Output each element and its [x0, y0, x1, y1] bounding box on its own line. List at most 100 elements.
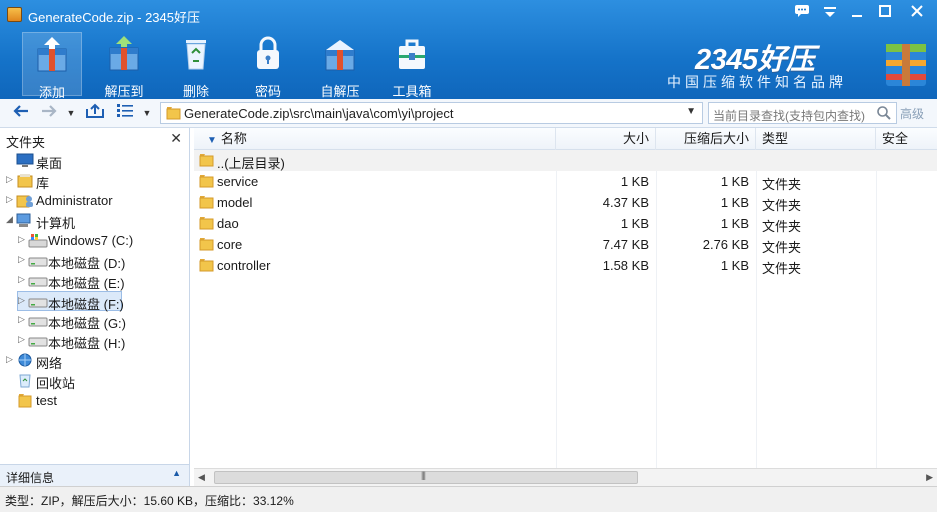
folder-icon: [199, 258, 214, 275]
forward-arrow-icon[interactable]: [38, 103, 60, 123]
chevron-up-icon[interactable]: ▲: [172, 468, 181, 478]
column-size[interactable]: 大小: [556, 128, 656, 150]
grip-icon: |||: [421, 470, 426, 480]
sort-down-icon: ▼: [207, 135, 217, 146]
scroll-left-icon[interactable]: ◀: [198, 472, 205, 483]
file-type: 文件夹: [762, 177, 802, 192]
tree-item[interactable]: ▷ Administrator: [6, 191, 180, 211]
expand-arrow-icon[interactable]: ▷: [18, 295, 26, 306]
expand-arrow-icon[interactable]: ▷: [18, 334, 26, 345]
menu-icon[interactable]: [816, 2, 844, 24]
tree-item-label: 本地磁盘 (H:): [48, 336, 126, 351]
expand-arrow-icon[interactable]: ▷: [6, 354, 14, 365]
tree-item-label: test: [36, 393, 57, 408]
column-security[interactable]: 安全: [876, 128, 937, 150]
folder-panel-title: 文件夹: [6, 135, 46, 150]
search-placeholder: 当前目录查找(支持包内查找): [713, 109, 865, 123]
drive-icon: [28, 294, 48, 309]
advanced-search-link[interactable]: 高级: [900, 105, 924, 122]
delete-label: 删除: [182, 84, 209, 99]
history-dropdown-icon[interactable]: ▼: [64, 103, 78, 123]
tree-item[interactable]: ▷ 库: [6, 171, 180, 191]
file-packed-size: 1 KB: [720, 174, 749, 189]
file-size: 1 KB: [620, 174, 649, 189]
user-folder-icon: [16, 193, 34, 208]
top-toolbar: GenerateCode.zip - 2345好压 添加 解压到 删除 密码 自…: [0, 0, 937, 100]
column-type[interactable]: 类型: [756, 128, 876, 150]
address-input[interactable]: GenerateCode.zip\src\main\java\com\yi\pr…: [160, 102, 703, 124]
brand-logo: 2345好压 中国压缩软件知名品牌: [667, 36, 929, 94]
search-icon[interactable]: [876, 105, 892, 121]
tree-item-label: 本地磁盘 (G:): [48, 316, 126, 331]
expand-arrow-icon[interactable]: ▷: [18, 254, 26, 265]
parent-directory-row[interactable]: ..(上层目录): [194, 150, 937, 171]
back-arrow-icon[interactable]: [10, 103, 32, 123]
add-button[interactable]: 添加: [22, 32, 82, 100]
folder-icon: [199, 216, 214, 233]
column-name[interactable]: ▼ 名称: [194, 128, 556, 150]
search-input[interactable]: 当前目录查找(支持包内查找): [708, 102, 897, 124]
details-bar[interactable]: 详细信息 ▲: [0, 464, 190, 486]
file-size: 1 KB: [620, 216, 649, 231]
tree-item[interactable]: ▷ 网络: [6, 351, 180, 371]
drive-icon: [28, 313, 48, 328]
password-button[interactable]: 密码: [238, 32, 298, 99]
app-icon: [7, 7, 22, 22]
tree-item[interactable]: ▷ 本地磁盘 (H:): [18, 331, 180, 351]
tree-item-label: 本地磁盘 (D:): [48, 256, 126, 271]
expand-arrow-icon[interactable]: ▷: [18, 274, 26, 285]
toolbox-button[interactable]: 工具箱: [382, 32, 442, 99]
tree-item[interactable]: ▷ Windows7 (C:): [18, 231, 180, 251]
column-packed-size[interactable]: 压缩后大小: [656, 128, 756, 150]
address-dropdown-icon[interactable]: ▼: [686, 106, 696, 117]
drive-icon: [28, 273, 48, 288]
tree-item-label: 网络: [36, 356, 63, 371]
expand-arrow-icon[interactable]: ▷: [6, 194, 14, 205]
file-row[interactable]: dao 1 KB 1 KB 文件夹: [194, 213, 937, 234]
brand-box-icon: [886, 44, 926, 86]
expand-arrow-icon[interactable]: ▷: [6, 174, 14, 185]
expand-arrow-icon[interactable]: ▷: [18, 314, 26, 325]
tree-item[interactable]: ◢ 计算机: [6, 211, 180, 231]
details-label: 详细信息: [6, 471, 55, 485]
minimize-icon[interactable]: [843, 2, 871, 24]
tree-item[interactable]: ▷ 本地磁盘 (F:): [17, 291, 124, 312]
file-row[interactable]: model 4.37 KB 1 KB 文件夹: [194, 192, 937, 213]
tree-item[interactable]: 回收站: [6, 371, 180, 391]
file-row[interactable]: controller 1.58 KB 1 KB 文件夹: [194, 255, 937, 276]
scrollbar-thumb[interactable]: |||: [214, 470, 638, 484]
file-size: 4.37 KB: [602, 195, 649, 210]
self-extract-button[interactable]: 自解压: [310, 32, 370, 99]
tree-item[interactable]: test: [6, 391, 180, 411]
delete-button[interactable]: 删除: [166, 32, 226, 99]
file-row[interactable]: core 7.47 KB 2.76 KB 文件夹: [194, 234, 937, 255]
file-type: 文件夹: [762, 240, 802, 255]
up-folder-icon[interactable]: [84, 103, 106, 123]
feedback-icon[interactable]: [788, 2, 816, 24]
close-panel-icon[interactable]: ✕: [170, 130, 182, 147]
tree-item[interactable]: ▷ 本地磁盘 (G:): [18, 311, 180, 331]
tree-item-label: 本地磁盘 (E:): [48, 276, 125, 291]
scroll-right-icon[interactable]: ▶: [926, 472, 933, 483]
file-row[interactable]: service 1 KB 1 KB 文件夹: [194, 171, 937, 192]
folder-icon: [199, 174, 214, 191]
expand-arrow-icon[interactable]: ▷: [18, 234, 26, 245]
folder-icon: [199, 154, 214, 167]
system-drive-icon: [28, 233, 48, 248]
library-icon: [16, 173, 34, 188]
maximize-icon[interactable]: [871, 2, 899, 24]
tree-item-label: 回收站: [36, 376, 76, 391]
tree-item[interactable]: 桌面: [6, 151, 180, 171]
file-packed-size: 1 KB: [720, 258, 749, 273]
file-type: 文件夹: [762, 261, 802, 276]
view-list-icon[interactable]: [114, 103, 136, 123]
file-list-header: ▼ 名称 大小 压缩后大小 类型 安全: [194, 128, 937, 150]
close-icon[interactable]: [903, 2, 931, 24]
extract-to-button[interactable]: 解压到: [94, 32, 154, 99]
tree-item[interactable]: ▷ 本地磁盘 (D:): [18, 251, 180, 271]
expanded-arrow-icon[interactable]: ◢: [6, 214, 14, 225]
tree-item[interactable]: ▷ 本地磁盘 (E:): [18, 271, 180, 291]
horizontal-scrollbar[interactable]: ◀ ||| ▶: [194, 468, 937, 486]
view-dropdown-icon[interactable]: ▼: [140, 103, 154, 123]
network-icon: [16, 353, 34, 368]
